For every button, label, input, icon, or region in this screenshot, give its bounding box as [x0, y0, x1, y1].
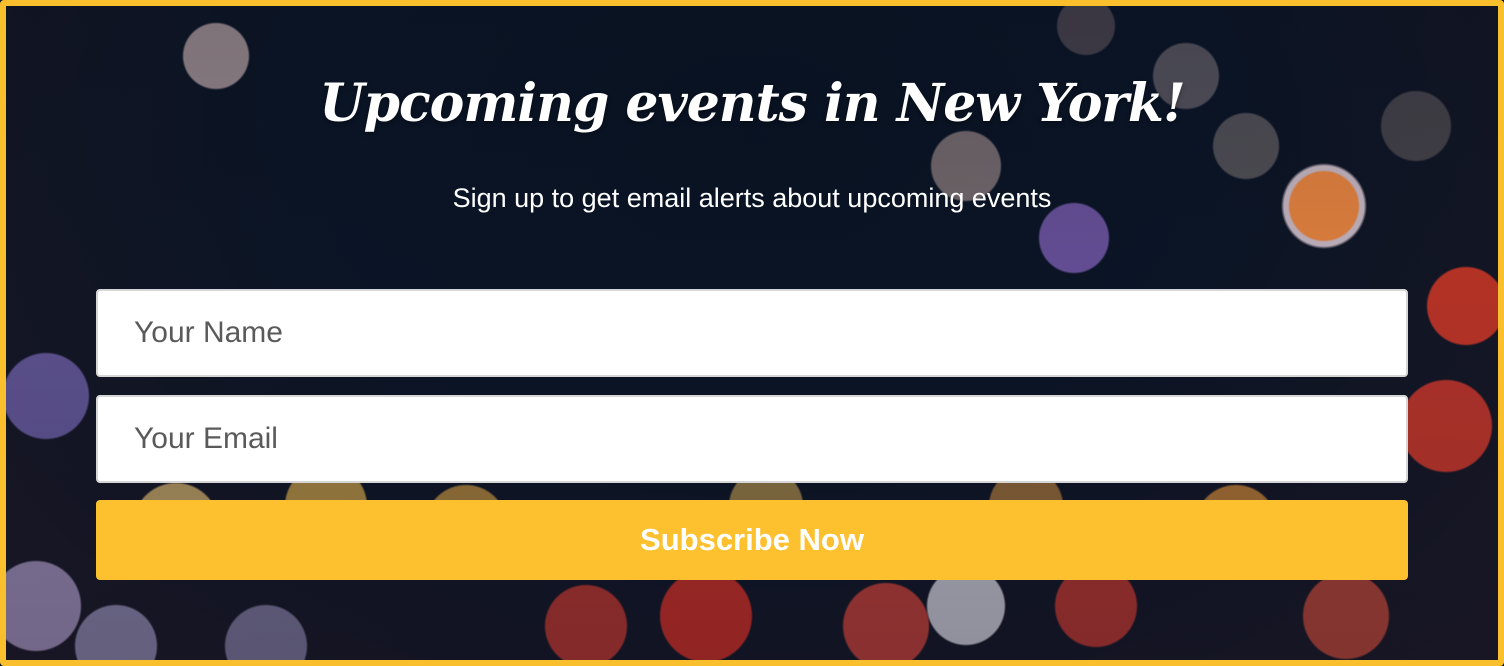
email-input[interactable]	[96, 395, 1408, 483]
subscribe-button[interactable]: Subscribe Now	[96, 500, 1408, 580]
signup-banner: Upcoming events in New York! Sign up to …	[0, 0, 1504, 666]
signup-content: Upcoming events in New York! Sign up to …	[6, 6, 1498, 660]
page-subtitle: Sign up to get email alerts about upcomi…	[452, 183, 1052, 213]
page-title: Upcoming events in New York!	[319, 73, 1185, 134]
name-input[interactable]	[96, 289, 1408, 377]
